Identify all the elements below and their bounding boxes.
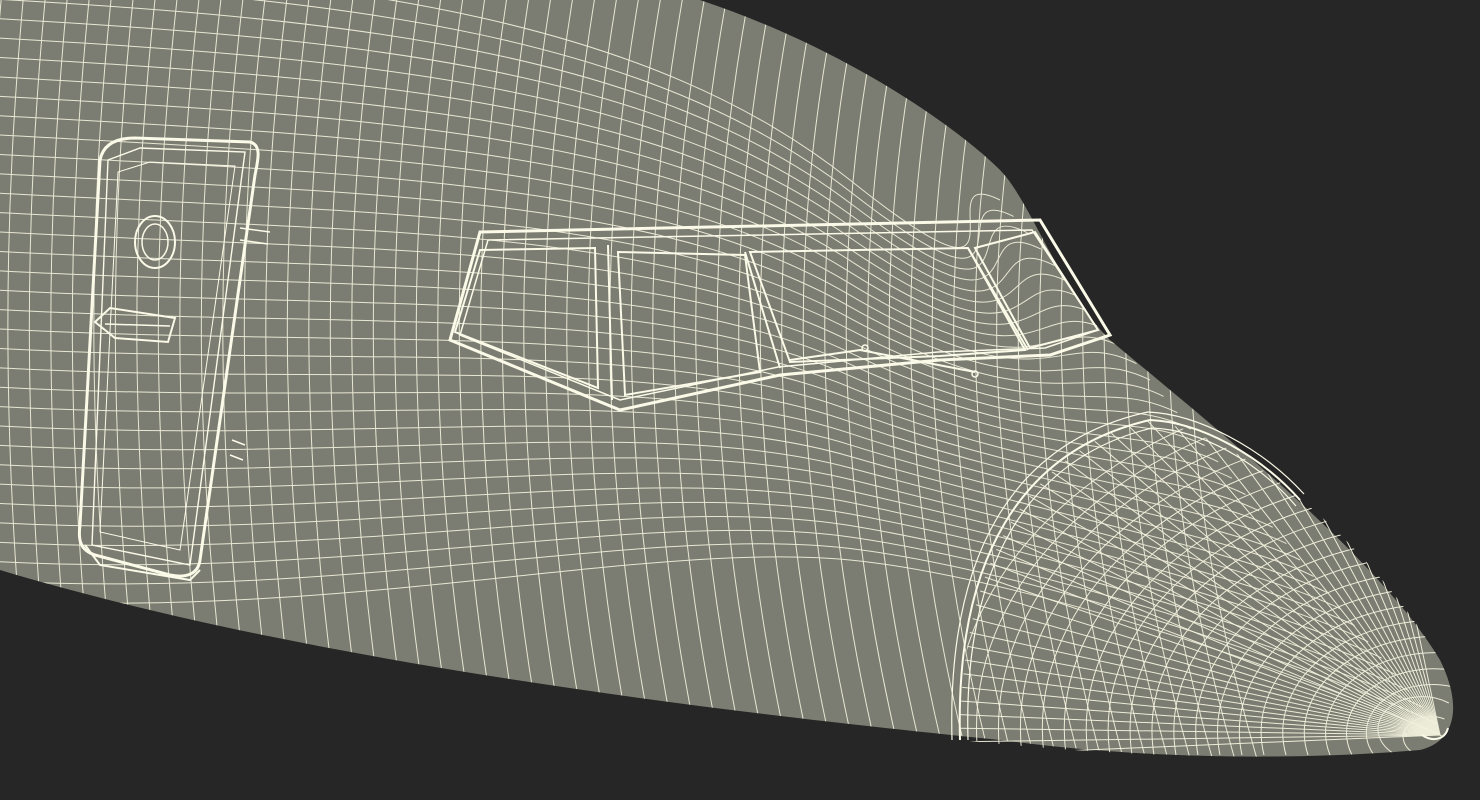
render-viewport xyxy=(0,0,1480,800)
wireframe-scene xyxy=(0,0,1454,757)
